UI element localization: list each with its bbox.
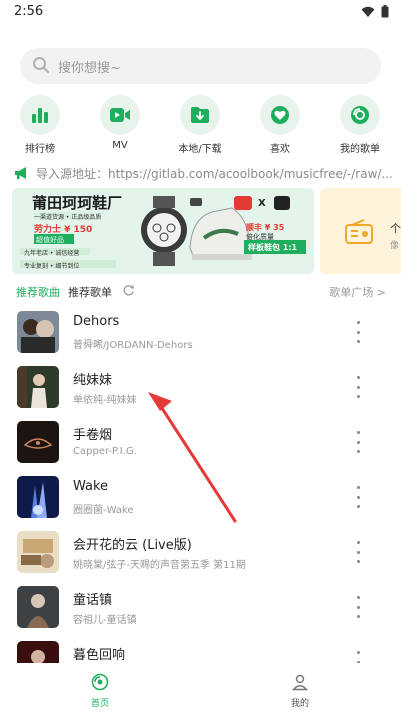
banner-line: 九年老店 • 诚信经营 [24,250,80,257]
chart-bar-icon [32,108,48,123]
tab-recommend-songs[interactable]: 推荐歌曲 [16,284,60,300]
quick-action-local[interactable]: 本地/下载 [175,95,225,155]
song-title: Dehors [73,314,120,329]
search-placeholder: 搜你想搜~ [58,61,121,76]
nav-mine[interactable]: 我的 [270,673,330,709]
banner-x: X [258,198,266,209]
megaphone-icon [15,167,26,179]
song-row[interactable]: Dehors 普舜晞/JORDANN-Dehors [0,305,401,360]
song-title: 暮色回响 [73,648,126,663]
home-disc-icon [91,673,109,691]
song-cover [17,421,59,463]
nav-label: 首页 [90,699,109,709]
refresh-icon[interactable] [122,284,135,297]
more-icon[interactable] [350,541,366,563]
more-icon[interactable] [350,596,366,618]
search-bar[interactable]: 搜你想搜~ [20,48,381,84]
quick-action-mv[interactable]: MV [95,95,145,151]
quick-action-label: 喜欢 [270,144,290,155]
song-subtitle: 容祖儿-童话镇 [73,615,137,626]
song-title: 童话镇 [73,593,113,608]
more-icon[interactable] [350,321,366,343]
tab-recommend-playlists[interactable]: 推荐歌单 [68,284,112,300]
banner-headline: 莆田珂珂鞋厂 [32,194,123,212]
quick-action-label: 排行榜 [25,144,55,155]
video-icon [110,108,130,122]
playlist-square-link[interactable]: 歌单广场 > [329,284,386,300]
heart-icon [271,106,289,124]
download-folder-icon [191,107,209,123]
song-cover [17,311,59,353]
battery-icon [381,5,389,18]
nav-home[interactable]: 首页 [70,673,130,709]
status-time: 2:56 [14,4,44,19]
notice-bar[interactable]: 导入源地址：https://gitlab.com/acoolbook/music… [14,163,401,183]
song-row[interactable]: 手卷烟 Capper-P.I.G. [0,415,401,470]
search-icon [33,57,50,74]
song-row[interactable]: 童话镇 容祖儿-童话镇 [0,580,401,635]
banner-line: 专业复刻 • 细节到位 [24,263,80,270]
banner-right-line: 样板鞋包 1:1 [248,243,298,252]
banner-line: 超值好品 [36,236,64,244]
song-cover [17,586,59,628]
song-cover [17,476,59,518]
song-title: 会开花的云 (Live版) [73,538,192,553]
banner2-sub: 像 [390,241,400,251]
more-icon[interactable] [350,431,366,453]
song-tabs: 推荐歌曲 推荐歌单 歌单广场 > [16,282,386,300]
nav-label: 我的 [290,699,309,709]
notice-text: 导入源地址：https://gitlab.com/acoolbook/music… [36,166,393,181]
song-subtitle: Capper-P.I.G. [73,446,137,457]
song-subtitle: 圈圈菌-Wake [73,505,134,516]
playlist-icon [351,106,369,124]
status-icons [361,5,389,18]
wifi-icon [361,6,375,17]
song-title: 纯妹妹 [73,373,113,388]
banner-ad-2[interactable]: 个 像 [320,188,401,274]
more-icon[interactable] [350,376,366,398]
bottom-nav: 首页 我的 [0,663,401,713]
banner-line: 一渠道货源 • 正品级品质 [34,214,102,221]
status-bar: 2:56 [0,0,401,24]
more-icon[interactable] [350,486,366,508]
quick-action-label: MV [112,140,128,151]
user-icon [291,674,309,691]
song-row[interactable]: Wake 圈圈菌-Wake [0,470,401,525]
song-cover [17,531,59,573]
quick-action-label: 本地/下载 [178,144,222,155]
song-row[interactable]: 纯妹妹 单依纯-纯妹妹 [0,360,401,415]
song-subtitle: 单依纯-纯妹妹 [73,395,137,406]
song-title: 手卷烟 [73,428,113,443]
quick-action-favorite[interactable]: 喜欢 [255,95,305,155]
song-cover [17,366,59,408]
quick-action-rank[interactable]: 排行榜 [15,95,65,155]
banner-right-line: 倍化质量 [246,233,274,241]
banner-line: 劳力士 ¥ 150 [34,225,93,235]
song-title: Wake [73,479,109,494]
song-subtitle: 姚晓棠/弦子-天赐的声音第五季 第11期 [73,560,246,571]
banner-ad[interactable]: 莆田珂珂鞋厂 一渠道货源 • 正品级品质 劳力士 ¥ 150 超值好品 九年老店… [12,188,314,274]
song-subtitle: 普舜晞/JORDANN-Dehors [73,340,193,351]
banner2-text: 个 [390,222,401,235]
quick-action-label: 我的歌单 [340,144,380,155]
radio-icon [345,219,373,244]
song-row[interactable]: 会开花的云 (Live版) 姚晓棠/弦子-天赐的声音第五季 第11期 [0,525,401,580]
quick-action-my-playlist[interactable]: 我的歌单 [335,95,385,155]
